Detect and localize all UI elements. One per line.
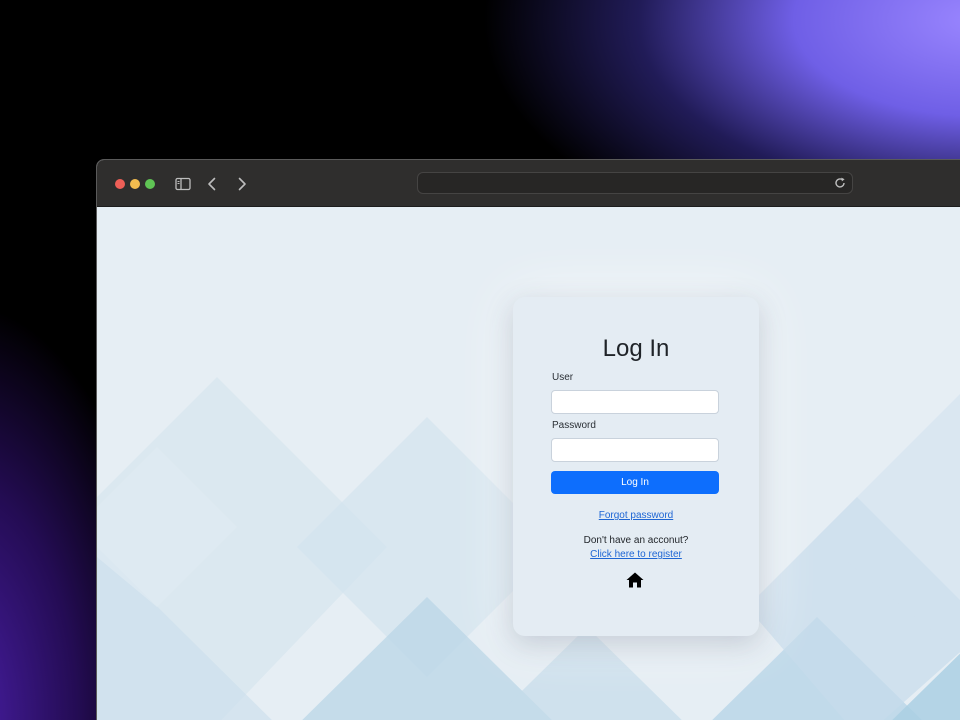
password-label: Password xyxy=(552,420,596,431)
reload-icon[interactable] xyxy=(833,176,847,190)
forgot-password-link[interactable]: Forgot password xyxy=(513,510,759,521)
login-card: Log In User Password Log In Forgot passw… xyxy=(513,297,759,636)
browser-titlebar xyxy=(97,160,960,207)
browser-window: Log In User Password Log In Forgot passw… xyxy=(96,159,960,720)
forward-arrow-icon[interactable] xyxy=(232,174,252,194)
minimize-window-button[interactable] xyxy=(130,179,140,189)
back-arrow-icon[interactable] xyxy=(202,174,222,194)
no-account-text: Don't have an acconut? xyxy=(583,535,689,546)
page-title: Log In xyxy=(602,335,670,362)
close-window-button[interactable] xyxy=(115,179,125,189)
user-label: User xyxy=(552,372,574,383)
register-link[interactable]: Click here to register xyxy=(513,549,759,560)
user-input[interactable] xyxy=(551,390,719,414)
login-button[interactable]: Log In xyxy=(551,471,719,494)
address-bar[interactable] xyxy=(417,172,853,194)
page-viewport: Log In User Password Log In Forgot passw… xyxy=(97,207,960,720)
sidebar-toggle-icon[interactable] xyxy=(173,174,193,194)
maximize-window-button[interactable] xyxy=(145,179,155,189)
password-input[interactable] xyxy=(551,438,719,462)
home-icon[interactable] xyxy=(626,572,644,588)
